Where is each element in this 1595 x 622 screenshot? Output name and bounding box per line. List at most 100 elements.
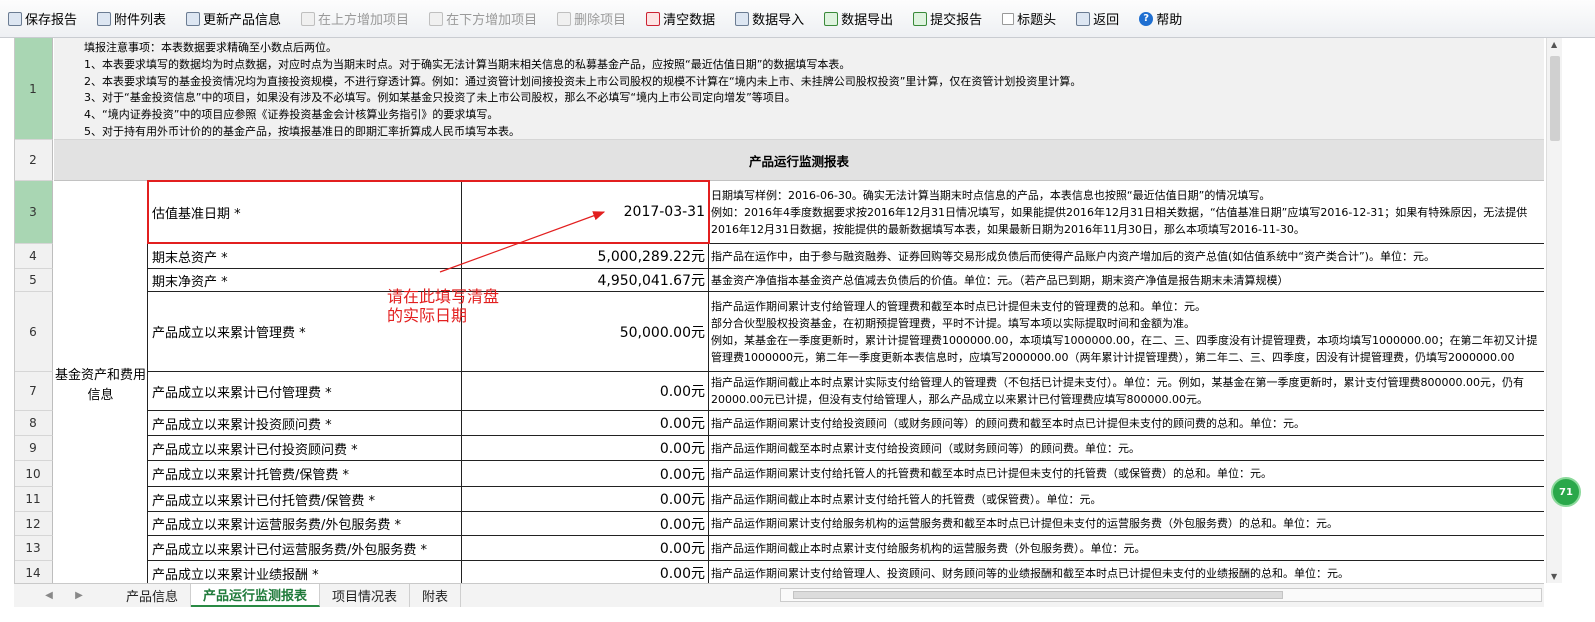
field-label-text: 产品成立以来累计托管费/保管费 * xyxy=(152,468,350,483)
field-description: 指产品在运作中，由于参与融资融券、证券回购等交易形成负债后而使得产品账户内资产增… xyxy=(709,244,1544,269)
field-label-text: 产品成立以来累计已付管理费 * xyxy=(152,385,332,401)
toolbar-button-7[interactable]: 数据导入 xyxy=(735,9,804,28)
toolbar-button-2[interactable]: 更新产品信息 xyxy=(186,9,281,28)
description-line: 指产品运作期间累计支付给管理人的管理费和截至本时点已计提但未支付的管理费的总和。… xyxy=(711,299,1206,313)
field-value-input[interactable]: 0.00元 xyxy=(462,372,709,411)
field-value-input[interactable]: 5,000,289.22元 xyxy=(462,244,709,269)
clear-icon xyxy=(646,11,661,26)
field-value-input[interactable]: 0.00元 xyxy=(462,487,709,512)
tab-prev-icon[interactable]: ◀ xyxy=(45,590,53,601)
field-label: 产品成立以来累计已付投资顾问费 * xyxy=(148,436,462,461)
field-value-text: 4,950,041.67元 xyxy=(597,273,705,289)
description-line: 指产品在运作中，由于参与融资融券、证券回购等交易形成负债后而使得产品账户内资产增… xyxy=(711,249,1435,263)
description-line: 基金资产净值指本基金资产总值减去负债后的价值。单位：元。（若产品已到期，期末资产… xyxy=(711,273,1289,287)
notes-line: 5、对于持有用外币计价的的基金产品，按填报基准日的即期汇率折算成人民币填写本表。 xyxy=(84,124,520,138)
vertical-scroll-thumb[interactable] xyxy=(1550,56,1560,141)
toolbar: 保存报告 附件列表 更新产品信息 在上方增加项目 在下方增加项目 删除项目 清空数据 数据导入… xyxy=(0,0,1595,38)
notes-line: 4、“境内证券投资”中的项目应参照《证券投资基金会计核算业务指引》的要求填写。 xyxy=(84,108,499,122)
field-value-input[interactable]: 0.00元 xyxy=(462,536,709,561)
toolbar-button-6[interactable]: 清空数据 xyxy=(646,9,715,28)
toolbar-button-5[interactable]: 删除项目 xyxy=(557,9,626,28)
toolbar-button-0[interactable]: 保存报告 xyxy=(8,9,77,28)
attachment-icon xyxy=(97,11,112,26)
toolbar-button-1[interactable]: 附件列表 xyxy=(97,9,166,28)
sheet-tab[interactable]: 产品信息 xyxy=(114,584,192,607)
notes-line: 3、对于“基金投资信息”中的项目，如果没有涉及不必填写。例如某基金只投资了未上市… xyxy=(84,91,796,105)
toolbar-label: 附件列表 xyxy=(114,13,167,28)
description-line: 指产品运作期间累计支付给投资顾问（或财务顾问等）的顾问费和截至本时点已计提但未支… xyxy=(711,416,1305,430)
field-value-input[interactable]: 0.00元 xyxy=(462,411,709,436)
field-label-text: 产品成立以来累计已付托管费/保管费 * xyxy=(152,493,376,509)
field-label: 产品成立以来累计投资顾问费 * xyxy=(148,411,462,436)
field-description: 指产品运作期间截止本时点累计支付给服务机构的运营服务费（外包服务费）。单位：元。 xyxy=(709,536,1544,561)
import-icon xyxy=(735,11,750,26)
field-description: 指产品运作期间累计支付给服务机构的运营服务费和截至本时点已计提但未支付的运营服务… xyxy=(709,512,1544,536)
field-label-text: 产品成立以来累计投资顾问费 * xyxy=(152,417,332,433)
field-value-input[interactable]: 50,000.00元 xyxy=(462,292,709,372)
field-value-input[interactable]: 0.00元 xyxy=(462,561,709,583)
sheet-tab[interactable]: 附表 xyxy=(410,584,462,607)
scroll-up-icon[interactable]: ▲ xyxy=(1551,40,1557,49)
horizontal-scroll-thumb[interactable] xyxy=(793,591,1283,599)
field-description: 日期填写样例：2016-06-30。确实无法计算当期末时点信息的产品，本表信息也… xyxy=(709,181,1544,244)
floating-badge[interactable]: 71 xyxy=(1551,477,1581,507)
field-description: 指产品运作期间截止本时点累计支付给托管人的托管费（或保管费）。单位：元。 xyxy=(709,487,1544,512)
notes-cell[interactable]: 填报注意事项：本表数据要求精确至小数点后两位。 1、本表要求填写的数据均为时点数据… xyxy=(54,38,1544,140)
field-value-text: 0.00元 xyxy=(659,416,705,432)
tab-nav: ◀ ▶ xyxy=(14,584,114,607)
field-value-input[interactable]: 0.00元 xyxy=(462,461,709,487)
toolbar-label: 数据导入 xyxy=(752,13,805,28)
notes-line: 2、本表要求填写的基金投资情况均为直接投资规模，不进行穿透计算。例如：通过资管计… xyxy=(84,74,1082,88)
report-title: 产品运行监测报表 xyxy=(54,140,1544,181)
field-value-text: 50,000.00元 xyxy=(619,324,705,341)
delete-icon xyxy=(557,11,572,26)
export-icon xyxy=(824,11,839,26)
horizontal-scrollbar[interactable] xyxy=(780,588,1542,602)
group-label-text: 基金资产和费用信息 xyxy=(54,367,146,403)
field-label: 产品成立以来累计已付托管费/保管费 * xyxy=(148,487,462,512)
sheet-tab[interactable]: 产品运行监测报表 xyxy=(191,584,321,607)
checkbox-icon[interactable] xyxy=(1002,12,1015,25)
description-line: 指产品运作期间截止本时点累计支付给托管人的托管费（或保管费）。单位：元。 xyxy=(711,492,1102,506)
field-label-text: 产品成立以来累计管理费 * xyxy=(152,326,306,341)
toolbar-label: 标题头 xyxy=(1017,13,1057,28)
toolbar-button-12[interactable]: ? 帮助 xyxy=(1139,9,1182,28)
toolbar-label: 删除项目 xyxy=(574,13,627,28)
description-line: 指产品运作期间截至本时点累计支付给投资顾问（或财务顾问等）的顾问费。单位：元。 xyxy=(711,441,1140,455)
field-value-text: 5,000,289.22元 xyxy=(597,249,705,265)
toolbar-button-9[interactable]: 提交报告 xyxy=(913,9,982,28)
field-value-input[interactable]: 0.00元 xyxy=(462,512,709,536)
field-value-input[interactable]: 4,950,041.67元 xyxy=(462,269,709,292)
field-value-text: 0.00元 xyxy=(659,541,705,557)
insert-above-icon xyxy=(301,11,316,26)
notes-line: 填报注意事项：本表数据要求精确至小数点后两位。 xyxy=(84,41,337,54)
field-label: 产品成立以来累计已付运营服务费/外包服务费 * xyxy=(148,536,462,561)
report-title-text: 产品运行监测报表 xyxy=(748,153,849,169)
toolbar-button-8[interactable]: 数据导出 xyxy=(824,9,893,28)
tab-next-icon[interactable]: ▶ xyxy=(75,590,83,601)
toolbar-label: 帮助 xyxy=(1156,13,1183,28)
toolbar-button-3[interactable]: 在上方增加项目 xyxy=(301,9,409,28)
toolbar-button-4[interactable]: 在下方增加项目 xyxy=(429,9,537,28)
scroll-down-icon[interactable]: ▼ xyxy=(1551,572,1557,581)
field-label-text: 产品成立以来累计已付运营服务费/外包服务费 * xyxy=(152,542,428,558)
group-label: 基金资产和费用信息 xyxy=(54,181,148,583)
toolbar-button-10[interactable]: 标题头 xyxy=(1002,9,1056,28)
field-label: 期末总资产 * xyxy=(148,244,462,269)
description-line: 指产品运作期间截止本时点累计实际支付给管理人的管理费（不包括已计提未支付）。单位… xyxy=(711,376,1524,406)
field-value-input[interactable]: 0.00元 xyxy=(462,436,709,461)
field-value-text: 0.00元 xyxy=(659,441,705,457)
toolbar-button-11[interactable]: 返回 xyxy=(1076,9,1119,28)
field-description: 指产品运作期间截止本时点累计实际支付给管理人的管理费（不包括已计提未支付）。单位… xyxy=(709,372,1544,411)
description-line: 指产品运作期间累计支付给托管人的托管费和截至本时点已计提但未支付的托管费（或保管… xyxy=(711,467,1272,480)
sheet-tab[interactable]: 项目情况表 xyxy=(320,584,411,607)
field-description: 指产品运作期间累计支付给投资顾问（或财务顾问等）的顾问费和截至本时点已计提但未支… xyxy=(709,411,1544,436)
description-line: 例如：2016年4季度数据要求按2016年12月31日情况填写，如果能提供201… xyxy=(711,205,1528,236)
description-line: 指产品运作期间累计支付给服务机构的运营服务费和截至本时点已计提但未支付的运营服务… xyxy=(711,517,1338,530)
description-line: 指产品运作期间截止本时点累计支付给服务机构的运营服务费（外包服务费）。单位：元。 xyxy=(711,541,1146,555)
toolbar-label: 数据导出 xyxy=(841,13,894,28)
highlight-box xyxy=(147,180,710,244)
field-label-text: 期末净资产 * xyxy=(152,274,228,290)
field-value-text: 0.00元 xyxy=(659,492,705,508)
field-label-text: 产品成立以来累计业绩报酬 * xyxy=(152,567,319,583)
